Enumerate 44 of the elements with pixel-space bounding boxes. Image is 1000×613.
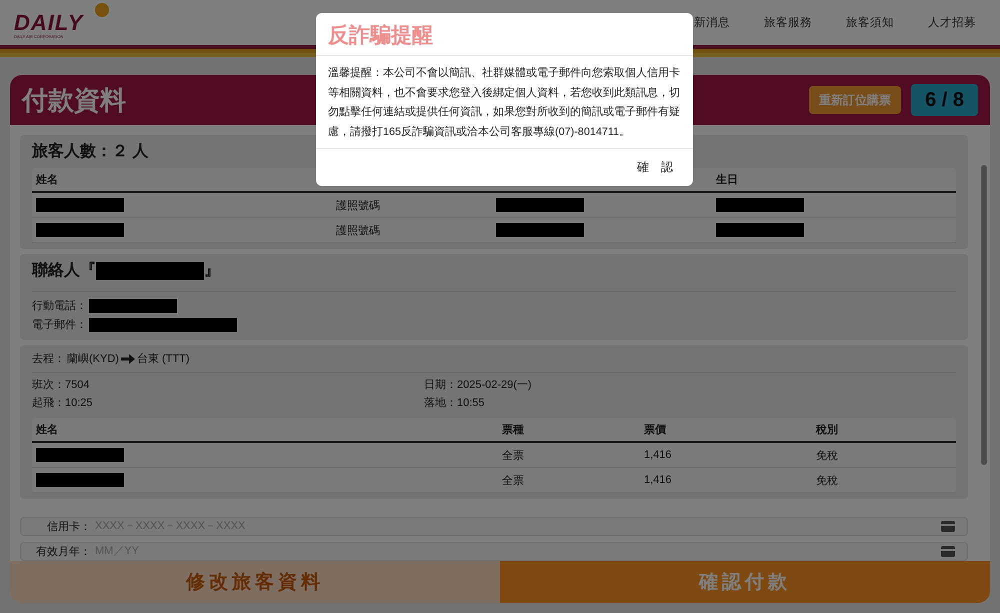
nav-link[interactable]: 人才招募 [928, 15, 976, 30]
step-badge: 6 / 8 [911, 84, 978, 116]
route-label: 去程： [32, 352, 65, 366]
column-header: 票價 [644, 423, 667, 437]
action-button[interactable]: 修改旅客資料 [10, 561, 500, 603]
section-title: 旅客人數：２ 人 [32, 141, 148, 162]
page-title: 付款資料 [22, 84, 126, 116]
flight-detail: 落地：10:55 [424, 396, 486, 410]
field-label: 有效月年： [35, 544, 92, 559]
table-cell-text: 1,416 [644, 449, 673, 461]
table-cell-text: 1,416 [644, 474, 673, 486]
column-header: 姓名 [36, 422, 59, 437]
flight-detail: 起飛：10:25 [32, 396, 94, 410]
column-header: 生日 [716, 172, 739, 187]
column-header: 票種 [502, 423, 525, 437]
table-cell-text: 全票 [502, 474, 525, 488]
field-label: 電子郵件： [32, 318, 87, 332]
table-cell-text: 全票 [502, 448, 525, 462]
field-label: 行動電話： [32, 299, 87, 313]
dialog-message: 溫馨提醒：本公司不會以簡訊、社群媒體或電子郵件向您索取個人信用卡等相關資料，也不會要求您登入後綁定個人資料，若您收到此類訊息，切勿點擊任何連結或提供任何資訊，如果您對所收到的簡訊或電子郵件有疑慮，請撥打165反詐騙資訊或洽本公司客服專線(07)-8014711。 [316, 56, 693, 149]
table-cell-text: 免稅 [816, 448, 839, 462]
credit-card-icon [941, 546, 955, 557]
field-label: 信用卡： [46, 520, 92, 534]
table-cell-text: 護照號碼 [336, 198, 381, 212]
flight-detail: 日期：2025-02-29(一) [424, 378, 533, 392]
credit-card-icon [941, 520, 955, 532]
logo-text[interactable]: DAILY [14, 12, 84, 34]
dialog-title: 反詐騙提醒 [316, 13, 693, 56]
confirm-button[interactable]: 確 認 [629, 155, 681, 180]
arrow-right-icon [120, 354, 135, 364]
table-cell-text: 免稅 [816, 474, 839, 488]
nav-link[interactable]: 新消息 [694, 15, 730, 30]
nav-link[interactable]: 旅客須知 [846, 15, 894, 30]
flight-detail: 班次：7504 [32, 378, 90, 392]
table-cell-text: 護照號碼 [336, 224, 381, 238]
nav-link[interactable]: 旅客服務 [764, 15, 812, 30]
column-header: 姓名 [36, 172, 59, 187]
scrollbar-thumb[interactable] [981, 165, 987, 465]
section-title: 』 [204, 261, 220, 281]
destination-text: 台東 (TTT) [136, 352, 190, 366]
section-title: 聯絡人『 [32, 260, 96, 281]
origin-text: 蘭嶼(KYD) [67, 352, 119, 366]
column-header: 稅別 [816, 423, 839, 437]
sun-icon [94, 2, 110, 18]
